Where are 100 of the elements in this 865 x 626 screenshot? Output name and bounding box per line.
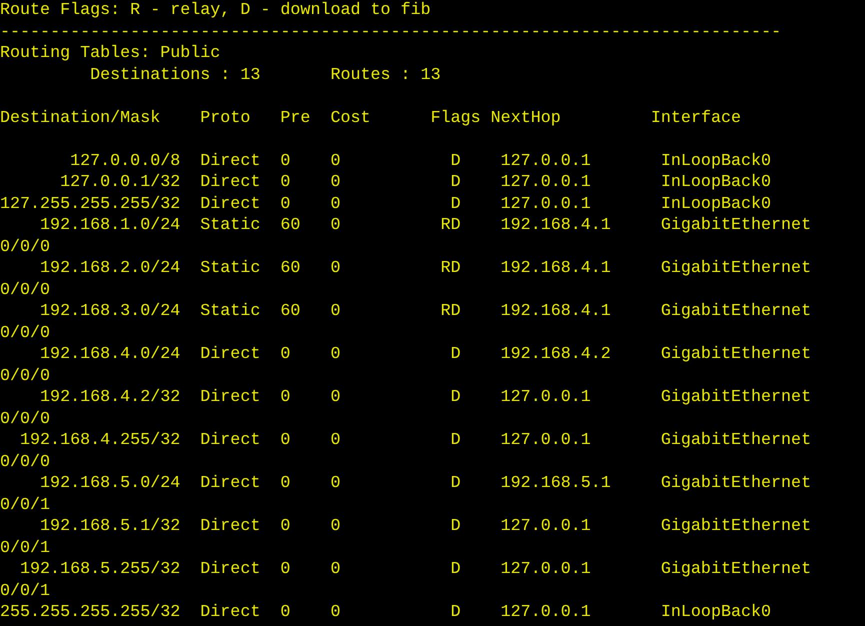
table-cell: Direct [200,431,260,450]
table-cell: InLoopBack0 [660,194,772,214]
table-cell: 0 [330,517,340,536]
column-header: Destination/Mask [0,108,160,128]
table-cell: 0/0/1 [0,538,50,559]
table-cell: 0 [280,152,290,170]
table-cell: 127.0.0.1 [500,194,591,214]
table-cell: 192.168.4.255/32 [20,431,180,450]
table-cell: RD [440,302,461,321]
table-cell: 192.168.3.0/24 [40,302,180,321]
table-cell: Direct [200,474,260,493]
table-cell: 127.0.0.1 [500,517,591,536]
table-cell: 192.168.2.0/24 [40,259,180,278]
table-cell: RD [440,259,461,278]
table-cell: GigabitEthernet [660,560,812,579]
table-cell: D [450,345,461,364]
table-cell: D [450,517,461,536]
table-cell: 127.0.0.1 [500,603,591,622]
table-cell: Direct [200,173,260,192]
table-cell: Direct [200,388,260,407]
table-cell: 0 [330,431,340,450]
table-cell: 0 [280,474,290,493]
table-cell: 0/0/1 [0,580,50,602]
table-cell: 0/0/0 [0,452,50,473]
table-cell: GigabitEthernet [660,302,812,321]
table-cell: 0 [280,517,290,536]
table-cell: 192.168.4.1 [500,216,611,235]
table-cell: Static [200,259,260,278]
table-cell: 60 [280,302,300,321]
table-cell: 0 [330,216,340,235]
table-cell: 0/0/0 [0,236,50,258]
table-cell: D [450,152,461,170]
table-cell: 0 [330,302,340,321]
table-cell: 0/0/0 [0,322,50,344]
table-cell: 0 [330,388,340,407]
table-cell: Static [200,302,260,321]
column-header: Pre [280,108,310,128]
table-cell: 0/0/0 [0,366,50,387]
table-cell: 0 [330,474,340,493]
table-cell: 192.168.5.1/32 [40,517,180,536]
table-cell: Static [200,216,260,235]
column-header: Proto [200,108,250,128]
table-cell: RD [440,216,461,235]
table-cell: GigabitEthernet [660,474,812,493]
route-flags-legend: Route Flags: R - relay, D - download to fib [0,0,431,22]
table-cell: 0/0/0 [0,408,50,430]
table-cell: 127.0.0.1 [500,431,591,450]
table-cell: 0 [280,345,290,364]
table-cell: 0 [330,259,340,278]
table-cell: 0 [280,173,290,192]
column-header: Interface [650,108,742,128]
table-cell: 0 [330,194,340,214]
table-cell: 192.168.1.0/24 [40,216,180,235]
table-cell: GigabitEthernet [660,259,812,278]
table-cell: 0 [280,388,290,407]
table-cell: 127.0.0.0/8 [70,152,180,170]
table-cell: 127.0.0.1 [500,173,591,192]
destinations-count: Destinations : 13 [90,64,262,86]
table-cell: D [450,603,461,622]
table-cell: 0 [280,603,290,622]
table-cell: 60 [280,259,300,278]
separator-line: ------------------------------------------------------------------------------ [0,22,782,43]
table-cell: 192.168.4.2 [500,345,611,364]
table-cell: Direct [200,560,260,579]
table-cell: 127.0.0.1/32 [60,173,180,192]
table-cell: 127.255.255.255/32 [0,194,180,214]
table-cell: 192.168.4.0/24 [40,345,180,364]
table-cell: 127.0.0.1 [500,152,591,170]
table-cell: Direct [200,194,260,214]
table-cell: GigabitEthernet [660,431,812,450]
table-cell: GigabitEthernet [660,388,812,407]
table-cell: 192.168.5.255/32 [20,560,180,579]
table-cell: 192.168.4.1 [500,259,611,278]
column-header: Cost [330,108,371,128]
table-cell: 0/0/0 [0,280,50,301]
table-cell: 60 [280,216,300,235]
table-cell: 127.0.0.1 [500,560,591,579]
table-cell: 0 [280,560,290,579]
column-header: NextHop [490,108,561,128]
table-cell: 255.255.255.255/32 [0,603,180,622]
table-cell: Direct [200,152,260,170]
table-cell: GigabitEthernet [660,216,812,235]
table-cell: 0 [330,152,340,170]
table-cell: 0/0/1 [0,494,50,516]
routes-count: Routes : 13 [330,64,441,86]
table-cell: D [450,560,461,579]
table-cell: 192.168.4.1 [500,302,611,321]
table-cell: GigabitEthernet [660,345,812,364]
table-cell: 0 [280,431,290,450]
table-cell: 192.168.5.1 [500,474,611,493]
table-cell: 0 [330,173,340,192]
table-cell: 0 [280,194,290,214]
table-cell: D [450,474,461,493]
table-cell: InLoopBack0 [660,173,772,192]
table-cell: D [450,388,461,407]
table-cell: 192.168.4.2/32 [40,388,180,407]
table-cell: 0 [330,560,340,579]
table-cell: 192.168.5.0/24 [40,474,180,493]
table-cell: InLoopBack0 [660,603,772,622]
table-cell: Direct [200,345,260,364]
